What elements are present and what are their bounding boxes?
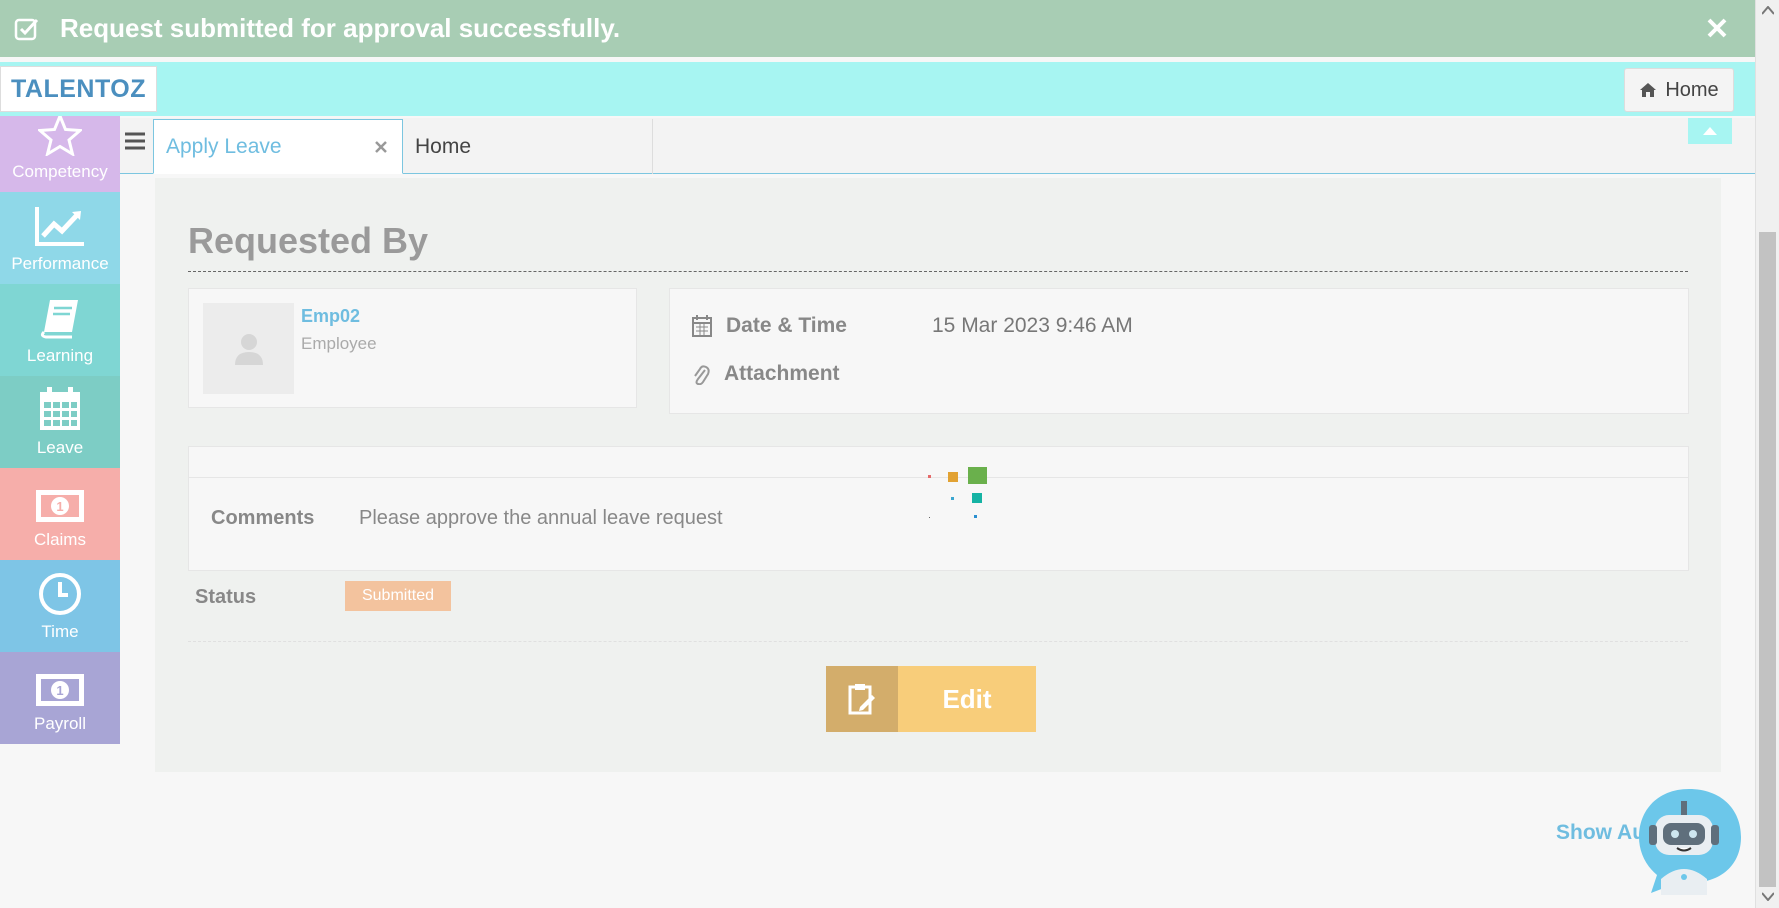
chart-line-icon [35,207,84,246]
avatar [203,303,294,394]
status-badge: Submitted [345,581,451,611]
comments-value: Please approve the annual leave request [359,507,723,529]
status-label: Status [195,586,257,608]
book-icon [40,300,78,339]
request-info-card: Date & Time 15 Mar 2023 9:46 AM Attachme… [669,288,1689,414]
comments-label: Comments [211,507,315,529]
home-button[interactable]: Home [1624,68,1734,112]
close-icon[interactable] [1705,16,1729,40]
calendar-icon [692,315,712,337]
scrollbar-thumb[interactable] [1759,232,1776,887]
attachment-row: Attachment [692,362,840,386]
employee-name-link[interactable]: Emp02 [301,306,360,327]
money-icon: 1 [36,490,84,522]
chatbot-icon[interactable] [1637,785,1741,897]
sidebar-item-performance[interactable]: Performance [0,192,120,284]
edit-icon-box [826,666,898,732]
edit-button[interactable]: Edit [826,666,1036,732]
sidebar-item-label: Claims [34,530,86,549]
sidebar-item-label: Performance [11,254,109,273]
date-time-label: Date & Time [726,314,847,337]
star-icon [38,114,82,156]
svg-text:1: 1 [56,683,63,698]
home-icon [1640,83,1657,97]
sidebar-item-label: Competency [12,162,108,181]
tab-home[interactable]: Home [403,119,653,174]
request-detail-panel: Requested By Emp02 Employee Date & Time … [155,178,1721,772]
caret-up-icon [1703,127,1717,135]
success-toast: Request submitted for approval successfu… [0,0,1755,57]
logo[interactable]: TALENTOZ [0,66,157,112]
loading-spinner-icon [928,467,987,518]
sidebar-item-time[interactable]: Time [0,560,120,652]
attachment-label: Attachment [724,362,840,385]
scroll-up-icon[interactable] [1762,6,1774,16]
date-time-value: 15 Mar 2023 9:46 AM [932,314,1133,337]
home-button-label: Home [1665,78,1719,101]
vertical-scrollbar[interactable] [1755,0,1779,908]
sidebar-item-leave[interactable]: Leave [0,376,120,468]
app-header: TALENTOZ Home [0,62,1755,116]
section-divider [188,271,1688,272]
scroll-down-icon[interactable] [1762,891,1774,901]
employee-card: Emp02 Employee [188,288,637,408]
toast-message: Request submitted for approval successfu… [60,13,621,43]
sidebar-item-label: Learning [26,346,94,365]
comments-card: Comments Please approve the annual leave… [188,446,1689,571]
sidebar: Competency Performance Learning Leave 1 … [0,100,120,744]
sidebar-item-claims[interactable]: 1 Claims [0,468,120,560]
collapse-header-button[interactable] [1688,118,1732,144]
date-time-row: Date & Time 15 Mar 2023 9:46 AM [692,314,1133,338]
calendar-icon [40,387,80,430]
sidebar-item-label: Time [41,622,79,641]
sidebar-item-label: Payroll [34,714,86,733]
svg-text:1: 1 [56,499,63,514]
hamburger-menu-icon[interactable] [124,130,146,152]
close-tab-icon[interactable] [374,140,388,154]
tab-label: Apply Leave [166,134,282,158]
tab-apply-leave[interactable]: Apply Leave [153,119,403,174]
edit-button-label: Edit [898,666,1036,732]
tab-bar: Apply Leave Home [120,118,1755,174]
section-title: Requested By [188,220,429,261]
paperclip-icon [694,365,710,385]
divider [188,641,1688,642]
logo-text: TALENTOZ [10,74,146,103]
tab-label: Home [415,134,472,158]
sidebar-item-learning[interactable]: Learning [0,284,120,376]
sidebar-item-label: Leave [36,438,84,457]
money-icon: 1 [36,674,84,706]
clipboard-edit-icon [848,684,875,715]
user-icon [234,333,263,365]
clock-icon [39,573,81,615]
page: Request submitted for approval successfu… [0,0,1779,908]
sidebar-item-payroll[interactable]: 1 Payroll [0,652,120,744]
employee-role: Employee [301,334,377,353]
checkbox-icon [14,18,39,40]
